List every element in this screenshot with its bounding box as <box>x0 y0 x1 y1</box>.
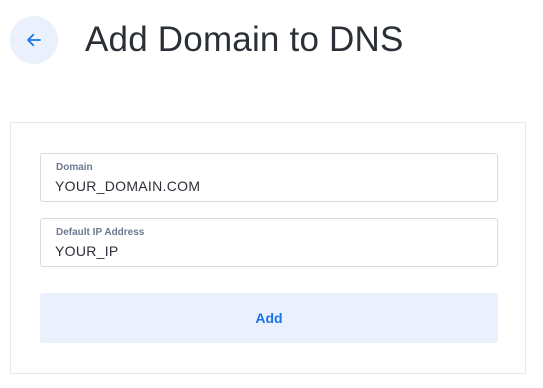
back-button[interactable] <box>10 16 58 64</box>
ip-address-input[interactable] <box>55 242 475 260</box>
arrow-left-icon <box>27 33 41 47</box>
add-domain-form: Domain Default IP Address Add <box>10 122 526 374</box>
domain-input[interactable] <box>55 177 475 195</box>
domain-field[interactable]: Domain <box>40 153 498 202</box>
ip-address-label: Default IP Address <box>56 227 145 238</box>
page-header: Add Domain to DNS <box>10 16 404 64</box>
ip-address-field[interactable]: Default IP Address <box>40 218 498 267</box>
domain-label: Domain <box>56 162 93 173</box>
page-title: Add Domain to DNS <box>85 20 404 59</box>
add-button[interactable]: Add <box>40 293 498 343</box>
